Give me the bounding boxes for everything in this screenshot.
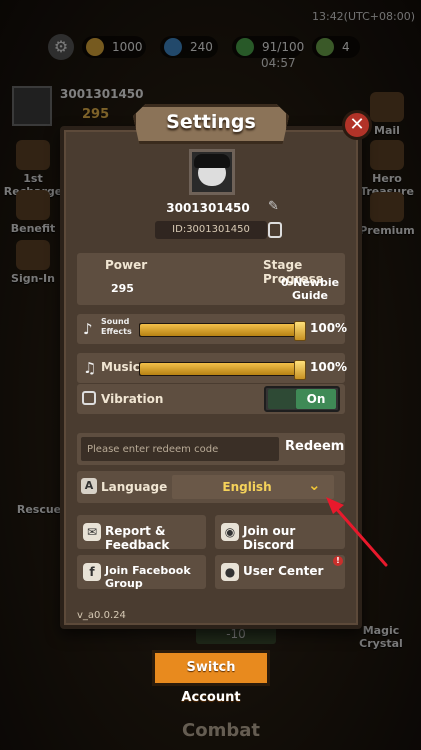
- profile-avatar[interactable]: [189, 149, 235, 195]
- close-icon: ✕: [349, 114, 365, 135]
- sound-effects-slider[interactable]: [139, 321, 306, 341]
- language-row: A Language English ⌄: [77, 471, 345, 503]
- toggle-state: On: [296, 389, 336, 409]
- notification-badge: !: [333, 556, 343, 566]
- join-facebook-button[interactable]: f Join Facebook Group: [77, 555, 206, 590]
- redeem-code-input[interactable]: [81, 437, 279, 461]
- facebook-icon: f: [83, 563, 101, 581]
- user-name: 3001301450: [166, 201, 250, 215]
- language-value: English: [222, 480, 272, 494]
- button-label: User Center: [243, 564, 324, 578]
- discord-icon: ◉: [221, 523, 239, 541]
- toggle-track: [268, 389, 296, 409]
- version-text: v_a0.0.24: [77, 610, 126, 621]
- close-button[interactable]: ✕: [342, 110, 372, 140]
- language-select[interactable]: English ⌄: [172, 475, 334, 499]
- avatar-hair: [194, 154, 230, 168]
- music-note-icon: ♫: [83, 359, 97, 377]
- vibration-label: Vibration: [101, 392, 164, 406]
- sound-effects-row: ♪ Sound Effects 100%: [77, 314, 348, 344]
- stats-box: Power 295 Stage Progress 0-Newbie Guide: [77, 253, 345, 305]
- feedback-icon: ✉: [83, 523, 101, 541]
- music-label: Music: [101, 360, 140, 374]
- vibration-toggle[interactable]: On: [264, 386, 340, 412]
- button-label: Join our Discord: [243, 524, 296, 552]
- switch-account-button[interactable]: Switch Account: [152, 650, 270, 705]
- user-center-button[interactable]: ● User Center: [215, 555, 345, 589]
- slider-fill: [140, 324, 304, 336]
- copy-id-icon[interactable]: [268, 222, 282, 238]
- edit-name-icon[interactable]: ✎: [268, 199, 279, 214]
- chevron-down-icon: ⌄: [308, 476, 321, 494]
- power-value: 295: [111, 282, 134, 295]
- music-row: ♫ Music 100%: [77, 353, 348, 383]
- vibration-icon: [82, 391, 96, 405]
- settings-title: Settings: [166, 111, 256, 133]
- note-icon: ♪: [83, 320, 93, 338]
- report-feedback-button[interactable]: ✉ Report & Feedback: [77, 515, 206, 552]
- power-label: Power: [105, 258, 148, 272]
- redeem-row: Redeem: [77, 433, 345, 465]
- sound-effects-percent: 100%: [310, 321, 348, 335]
- music-percent: 100%: [310, 360, 348, 374]
- music-slider[interactable]: [139, 360, 306, 380]
- stage-value: 0-Newbie Guide: [280, 276, 340, 302]
- user-id-box: ID:3001301450: [155, 221, 267, 239]
- slider-fill: [140, 363, 304, 375]
- button-label: Join Facebook Group: [105, 564, 191, 590]
- button-label: Report & Feedback: [105, 524, 170, 552]
- language-label: Language: [101, 480, 168, 494]
- slider-handle[interactable]: [294, 321, 306, 341]
- language-icon: A: [81, 478, 97, 494]
- join-discord-button[interactable]: ◉ Join our Discord: [215, 515, 345, 552]
- slider-handle[interactable]: [294, 360, 306, 380]
- sound-effects-label: Sound Effects: [101, 317, 132, 336]
- redeem-button[interactable]: Redeem: [285, 439, 344, 454]
- user-icon: ●: [221, 563, 239, 581]
